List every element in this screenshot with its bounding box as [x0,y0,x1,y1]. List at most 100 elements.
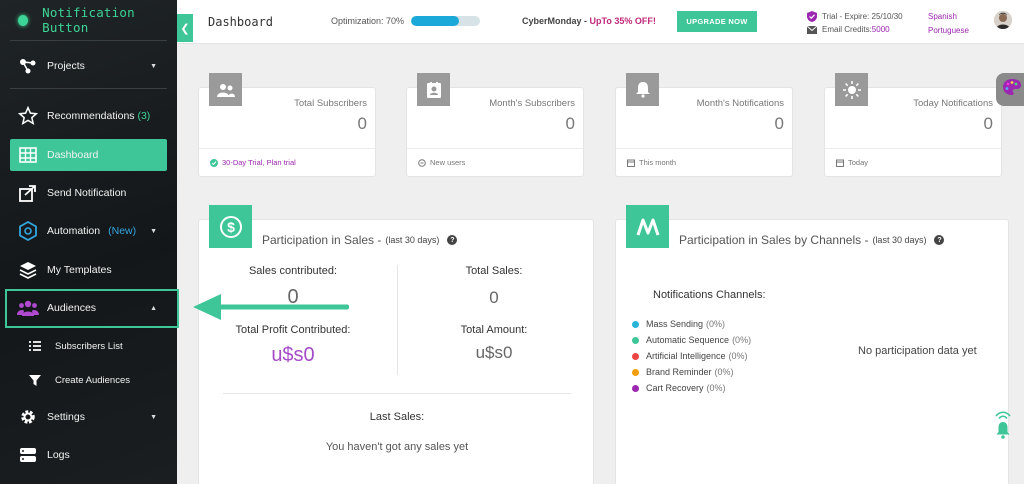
legend-value: (0%) [714,367,734,377]
total-sales-value: 0 [489,288,499,307]
legend-dot [632,368,639,376]
dollar-icon: $ [209,205,252,248]
legend-value: (0%) [732,335,752,345]
channels-logo-icon [626,205,669,248]
legend-label: Mass Sending [646,319,704,329]
no-sales-text: You haven't got any sales yet [325,441,469,453]
legend-label: Cart Recovery [646,383,704,393]
contact-card-icon [417,73,450,106]
automation-icon [17,220,39,242]
stat-label: Total Subscribers [294,98,367,109]
stat-footer: New users [418,158,465,167]
projects-icon [17,55,39,77]
collapse-sidebar-button[interactable]: ❮ [177,14,193,42]
legend-item: Brand Reminder (0%) [632,364,751,380]
language-portuguese-link[interactable]: Portuguese [928,26,969,35]
help-icon[interactable]: ? [934,235,945,245]
upgrade-button[interactable]: UPGRADE NOW [677,11,757,32]
legend-item: Mass Sending (0%) [632,316,751,332]
divider [223,393,571,394]
stat-footer-text: New users [430,158,466,167]
email-credits: Email Credits: 5000 [807,25,890,34]
promo-text: CyberMonday - [522,16,590,26]
card-title-period: (last 30 days) [872,235,927,245]
card-title-text: Participation in Sales - [262,233,382,247]
total-sales-label: Total Sales: [465,265,523,277]
card-title-period: (last 30 days) [385,235,440,245]
sidebar: Notification Button Projects ▼ Recommend… [0,0,179,484]
check-circle-icon [210,158,218,167]
optimization-progress-fill [411,16,460,26]
page-title: Dashboard [208,15,274,29]
profit-contributed-label: Total Profit Contributed: [235,324,351,336]
legend-item: Artificial Intelligence (0%) [632,348,751,364]
legend-label: Brand Reminder [646,367,712,377]
avatar[interactable] [994,11,1012,29]
grid-icon [17,144,39,166]
server-icon [17,444,39,466]
legend-label: Automatic Sequence [646,335,730,345]
people-icon [209,73,242,106]
sidebar-item-label: Settings [47,411,85,423]
gear-icon [17,406,39,428]
last-sales-label: Last Sales: [369,411,425,423]
envelope-icon [807,25,817,34]
annotation-arrow [193,294,349,320]
sidebar-subitem-label: Create Audiences [55,374,130,386]
calendar-icon [836,159,844,167]
brand-name: Notification Button [42,5,135,35]
optimization-progress [411,16,480,26]
sidebar-item-recommendations[interactable]: Recommendations (3) [10,100,167,132]
brand[interactable]: Notification Button [0,0,177,40]
sidebar-item-label: Logs [47,449,70,461]
floating-notification-button[interactable] [992,410,1014,440]
layers-icon [17,259,39,281]
sidebar-subitem-subscribers-list[interactable]: Subscribers List [28,334,123,358]
chevron-down-icon: ▼ [150,227,157,235]
stat-card-total-subscribers: Total Subscribers 0 30-Day Trial, Plan t… [198,73,376,177]
sidebar-item-settings[interactable]: Settings ▼ [10,401,167,433]
bell-icon [626,73,659,106]
channels-heading: Notifications Channels: [653,289,766,301]
promo-offer: UpTo 35% OFF! [589,16,656,26]
sidebar-item-dashboard[interactable]: Dashboard [10,139,167,171]
bell-wifi-icon [995,411,1011,439]
sidebar-item-logs[interactable]: Logs [10,439,167,471]
sidebar-item-label: Projects [47,60,85,72]
stat-footer: Today [836,158,868,167]
chevron-down-icon: ▼ [150,62,157,70]
new-badge: (New) [108,225,137,237]
no-data-text: No participation data yet [858,345,977,357]
card-title: Participation in Sales by Channels - (la… [679,233,945,247]
help-icon[interactable]: ? [447,235,458,245]
sidebar-item-automation[interactable]: Automation (New) ▼ [10,215,167,247]
legend-label: Artificial Intelligence [646,351,726,361]
sidebar-item-label: Dashboard [47,149,99,161]
legend-value: (0%) [706,383,726,393]
divider [825,148,1001,149]
stat-card-month-notifications: Month's Notifications 0 This month [615,73,793,177]
stat-label: Month's Subscribers [489,98,575,109]
legend-dot [632,336,639,344]
divider [616,148,792,149]
svg-text:$: $ [227,219,235,235]
sales-participation-card: $ Participation in Sales - (last 30 days… [198,205,594,484]
stat-label: Month's Notifications [696,98,784,109]
legend-item: Cart Recovery (0%) [632,380,751,396]
language-spanish-link[interactable]: Spanish [928,12,957,21]
sidebar-subitem-create-audiences[interactable]: Create Audiences [28,368,130,392]
card-title-text: Participation in Sales by Channels - [679,233,869,247]
sidebar-item-my-templates[interactable]: My Templates [10,254,167,286]
sun-icon [835,73,868,106]
theme-palette-button[interactable] [996,73,1024,106]
credits-label: Email Credits: [822,25,872,34]
stat-footer: 30-Day Trial, Plan trial [210,158,296,167]
plan-link[interactable]: 30-Day Trial, Plan trial [222,158,296,167]
sidebar-item-send-notification[interactable]: Send Notification [10,177,167,209]
sidebar-item-projects[interactable]: Projects ▼ [10,50,167,82]
stat-value: 0 [357,114,367,133]
stat-footer-text: Today [848,158,869,167]
trial-label: Trial - Expire: 25/10/30 [822,12,903,21]
legend-dot [632,384,639,392]
stat-value: 0 [774,114,784,133]
